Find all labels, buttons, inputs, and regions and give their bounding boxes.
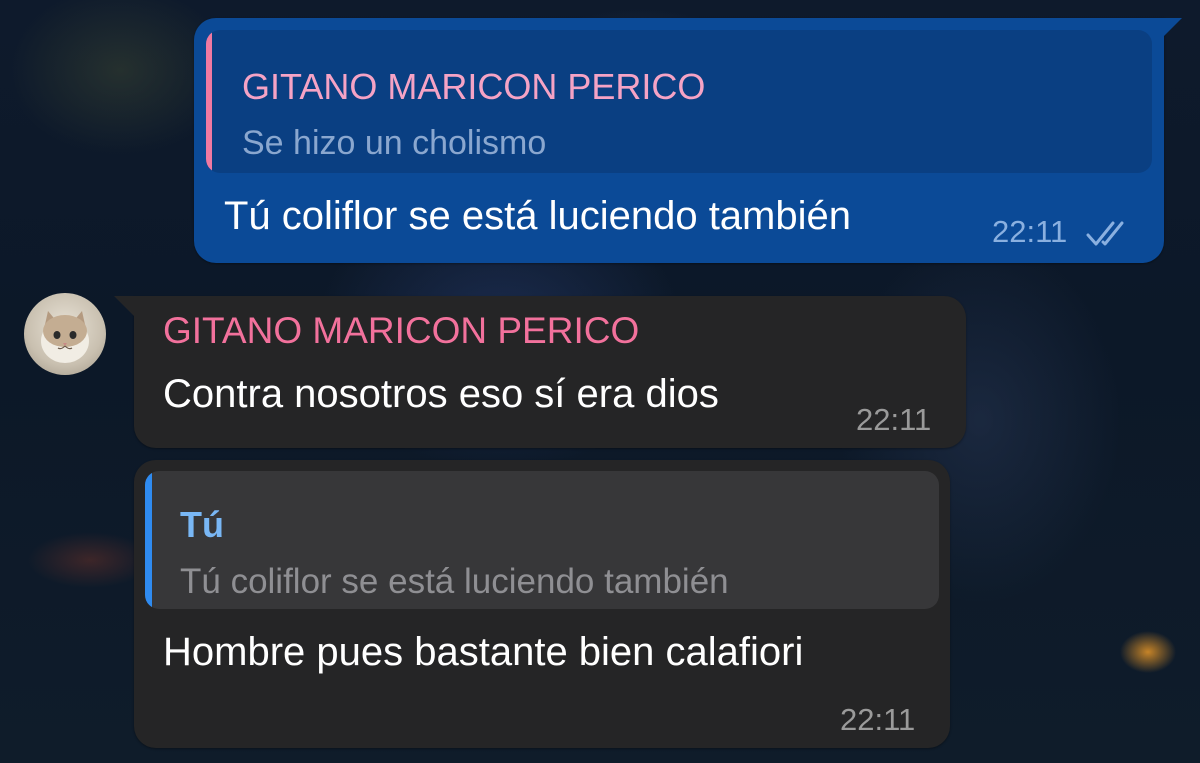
double-check-icon [1086,221,1124,246]
reply-quote-text: Tú coliflor se está luciendo también [180,562,729,601]
message-time: 22:11 [856,402,932,437]
reply-quote-bar [145,471,152,609]
sender-avatar[interactable] [24,293,106,375]
reply-quote-bar [206,30,212,173]
message-text: Hombre pues bastante bien calafiori [163,630,804,674]
bubble-tail [1162,18,1182,38]
message-time: 22:11 [840,702,916,737]
reply-quote-author: GITANO MARICON PERICO [242,66,706,107]
incoming-message-bubble[interactable]: Tú Tú coliflor se está luciendo también … [134,460,950,748]
reply-quote[interactable]: GITANO MARICON PERICO Se hizo un cholism… [206,30,1152,173]
bubble-tail [114,296,134,316]
outgoing-message-bubble[interactable]: GITANO MARICON PERICO Se hizo un cholism… [194,18,1182,263]
message-text: Contra nosotros eso sí era dios [163,372,719,416]
message-time: 22:11 [992,214,1068,249]
reply-quote[interactable]: Tú Tú coliflor se está luciendo también [145,471,939,609]
cat-avatar-image [41,311,89,363]
reply-quote-text: Se hizo un cholismo [242,124,547,162]
incoming-message-bubble[interactable]: GITANO MARICON PERICO Contra nosotros es… [114,296,966,448]
sender-name[interactable]: GITANO MARICON PERICO [163,310,639,352]
message-text: Tú coliflor se está luciendo también [224,194,851,238]
reply-quote-author: Tú [180,504,224,545]
